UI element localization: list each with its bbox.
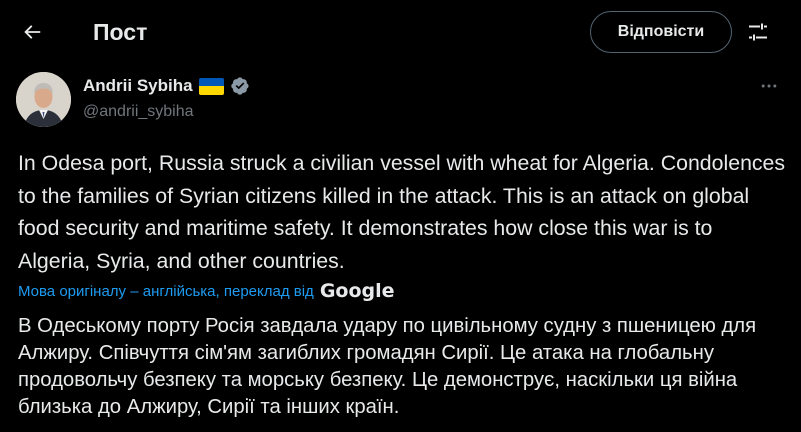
reply-button[interactable]: Відповісти (590, 11, 732, 53)
google-logo: Google (319, 280, 395, 302)
translated-text: В Одеському порту Росія завдала удару по… (18, 315, 757, 418)
author-name-row[interactable]: Andrii Sybiha (83, 75, 250, 97)
more-horizontal-icon (761, 84, 777, 88)
avatar-photo-icon (16, 72, 71, 127)
settings-sliders-button[interactable] (743, 17, 773, 47)
author-handle[interactable]: @andrii_sybiha (83, 102, 194, 122)
author-name[interactable]: Andrii Sybiha (83, 75, 193, 97)
ukraine-flag-icon (198, 77, 224, 95)
translation-notice-link[interactable]: Мова оригіналу – англійська, переклад ві… (18, 283, 314, 300)
avatar[interactable] (16, 72, 71, 127)
verified-badge-icon[interactable] (230, 76, 250, 96)
more-options-button[interactable] (754, 74, 784, 98)
back-button[interactable] (14, 14, 50, 50)
post-page: Пост Відповісти Andrii Sybiha @andrii_sy… (0, 0, 801, 432)
arrow-left-icon (24, 25, 41, 39)
translation-notice: Мова оригіналу – англійська, переклад ві… (18, 280, 395, 302)
page-title: Пост (93, 19, 148, 45)
sliders-icon (749, 23, 767, 41)
tweet-text: In Odesa port, Russia struck a civilian … (18, 151, 786, 273)
header: Пост Відповісти (0, 0, 801, 64)
